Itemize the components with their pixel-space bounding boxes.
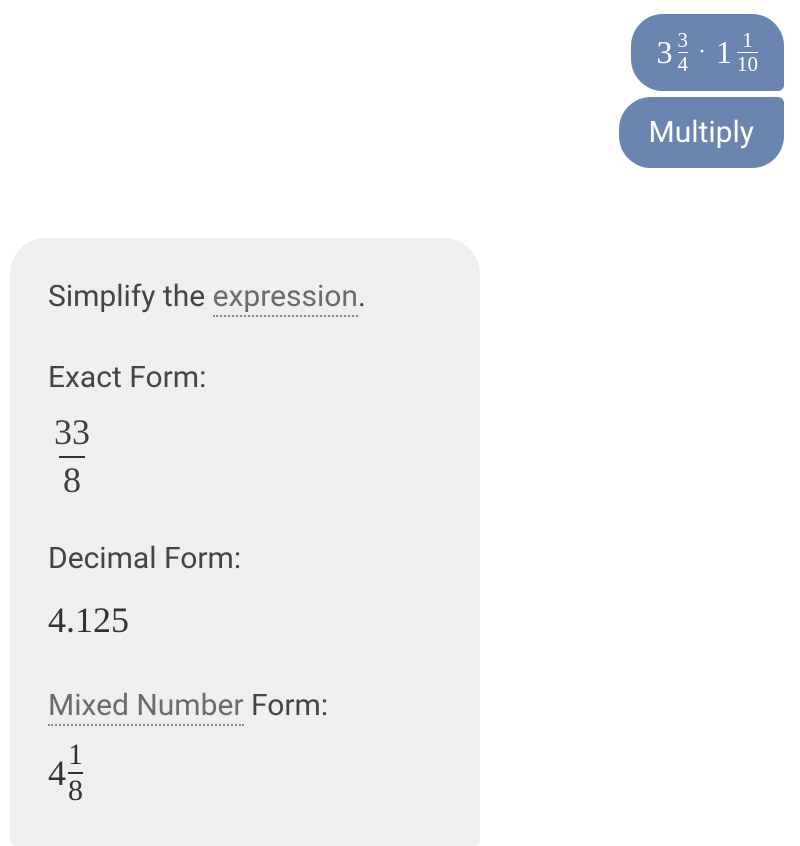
fraction-2: 1 10	[737, 30, 758, 75]
command-label: Multiply	[649, 115, 754, 150]
exact-form-num: 33	[50, 413, 94, 456]
decimal-form-label: Decimal Form:	[48, 536, 442, 581]
exact-form-den: 8	[59, 456, 85, 501]
mixed-form-section: Mixed Number Form: 4 1 8	[48, 683, 442, 806]
decimal-form-section: Decimal Form: 4.125	[48, 536, 442, 647]
mixed-form-den: 8	[68, 772, 83, 806]
mixed-form-value: 4 1 8	[48, 740, 83, 806]
exact-form-fraction: 33 8	[50, 413, 94, 500]
numerator-1: 3	[678, 30, 689, 52]
denominator-1: 4	[678, 52, 689, 75]
exact-form-section: Exact Form: 33 8	[48, 355, 442, 500]
decimal-form-value: 4.125	[48, 593, 442, 647]
intro-prefix: Simplify the	[48, 279, 213, 314]
expression-link[interactable]: expression	[213, 279, 358, 317]
multiply-operator: ·	[696, 39, 708, 66]
mixed-form-num: 1	[68, 740, 83, 772]
mixed-form-fraction: 1 8	[68, 740, 83, 806]
numerator-2: 1	[742, 30, 753, 52]
mixed-form-label: Mixed Number Form:	[48, 683, 442, 728]
intro-suffix: .	[358, 279, 366, 314]
chat-container: 3 3 4 · 1 1 10 Multiply	[0, 0, 800, 828]
answer-bubble: Simplify the expression. Exact Form: 33 …	[10, 238, 480, 846]
denominator-2: 10	[737, 52, 758, 75]
exact-form-label: Exact Form:	[48, 355, 442, 400]
fraction-1: 3 4	[678, 30, 689, 75]
whole-2: 1	[716, 34, 732, 71]
answer-intro: Simplify the expression.	[48, 274, 442, 319]
mixed-form-suffix: Form:	[244, 688, 329, 723]
math-expression: 3 3 4 · 1 1 10	[657, 30, 759, 75]
user-message-group: 3 3 4 · 1 1 10 Multiply	[10, 14, 784, 168]
mixed-number-2: 1 1 10	[716, 30, 758, 75]
whole-1: 3	[657, 34, 673, 71]
mixed-form-whole: 4	[48, 746, 66, 800]
user-expression-bubble[interactable]: 3 3 4 · 1 1 10	[631, 14, 785, 91]
mixed-number-link[interactable]: Mixed Number	[48, 688, 244, 726]
user-command-bubble[interactable]: Multiply	[619, 97, 784, 168]
mixed-number-1: 3 3 4	[657, 30, 689, 75]
